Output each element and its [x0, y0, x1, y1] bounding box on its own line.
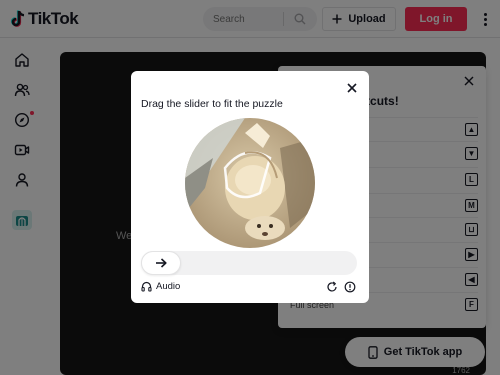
arrow-right-icon — [156, 258, 167, 268]
captcha-instruction: Drag the slider to fit the puzzle — [141, 98, 283, 110]
slider-handle[interactable] — [141, 251, 181, 275]
refresh-icon[interactable] — [326, 281, 338, 293]
info-icon[interactable] — [344, 281, 356, 293]
close-icon[interactable] — [345, 81, 359, 95]
slider-track[interactable] — [141, 251, 357, 275]
headphones-icon — [141, 281, 152, 292]
audio-captcha-button[interactable]: Audio — [141, 281, 180, 292]
audio-label: Audio — [156, 281, 181, 292]
puzzle-image — [185, 118, 315, 248]
captcha-modal: Drag the slider to fit the puzzle Audio — [131, 71, 369, 303]
